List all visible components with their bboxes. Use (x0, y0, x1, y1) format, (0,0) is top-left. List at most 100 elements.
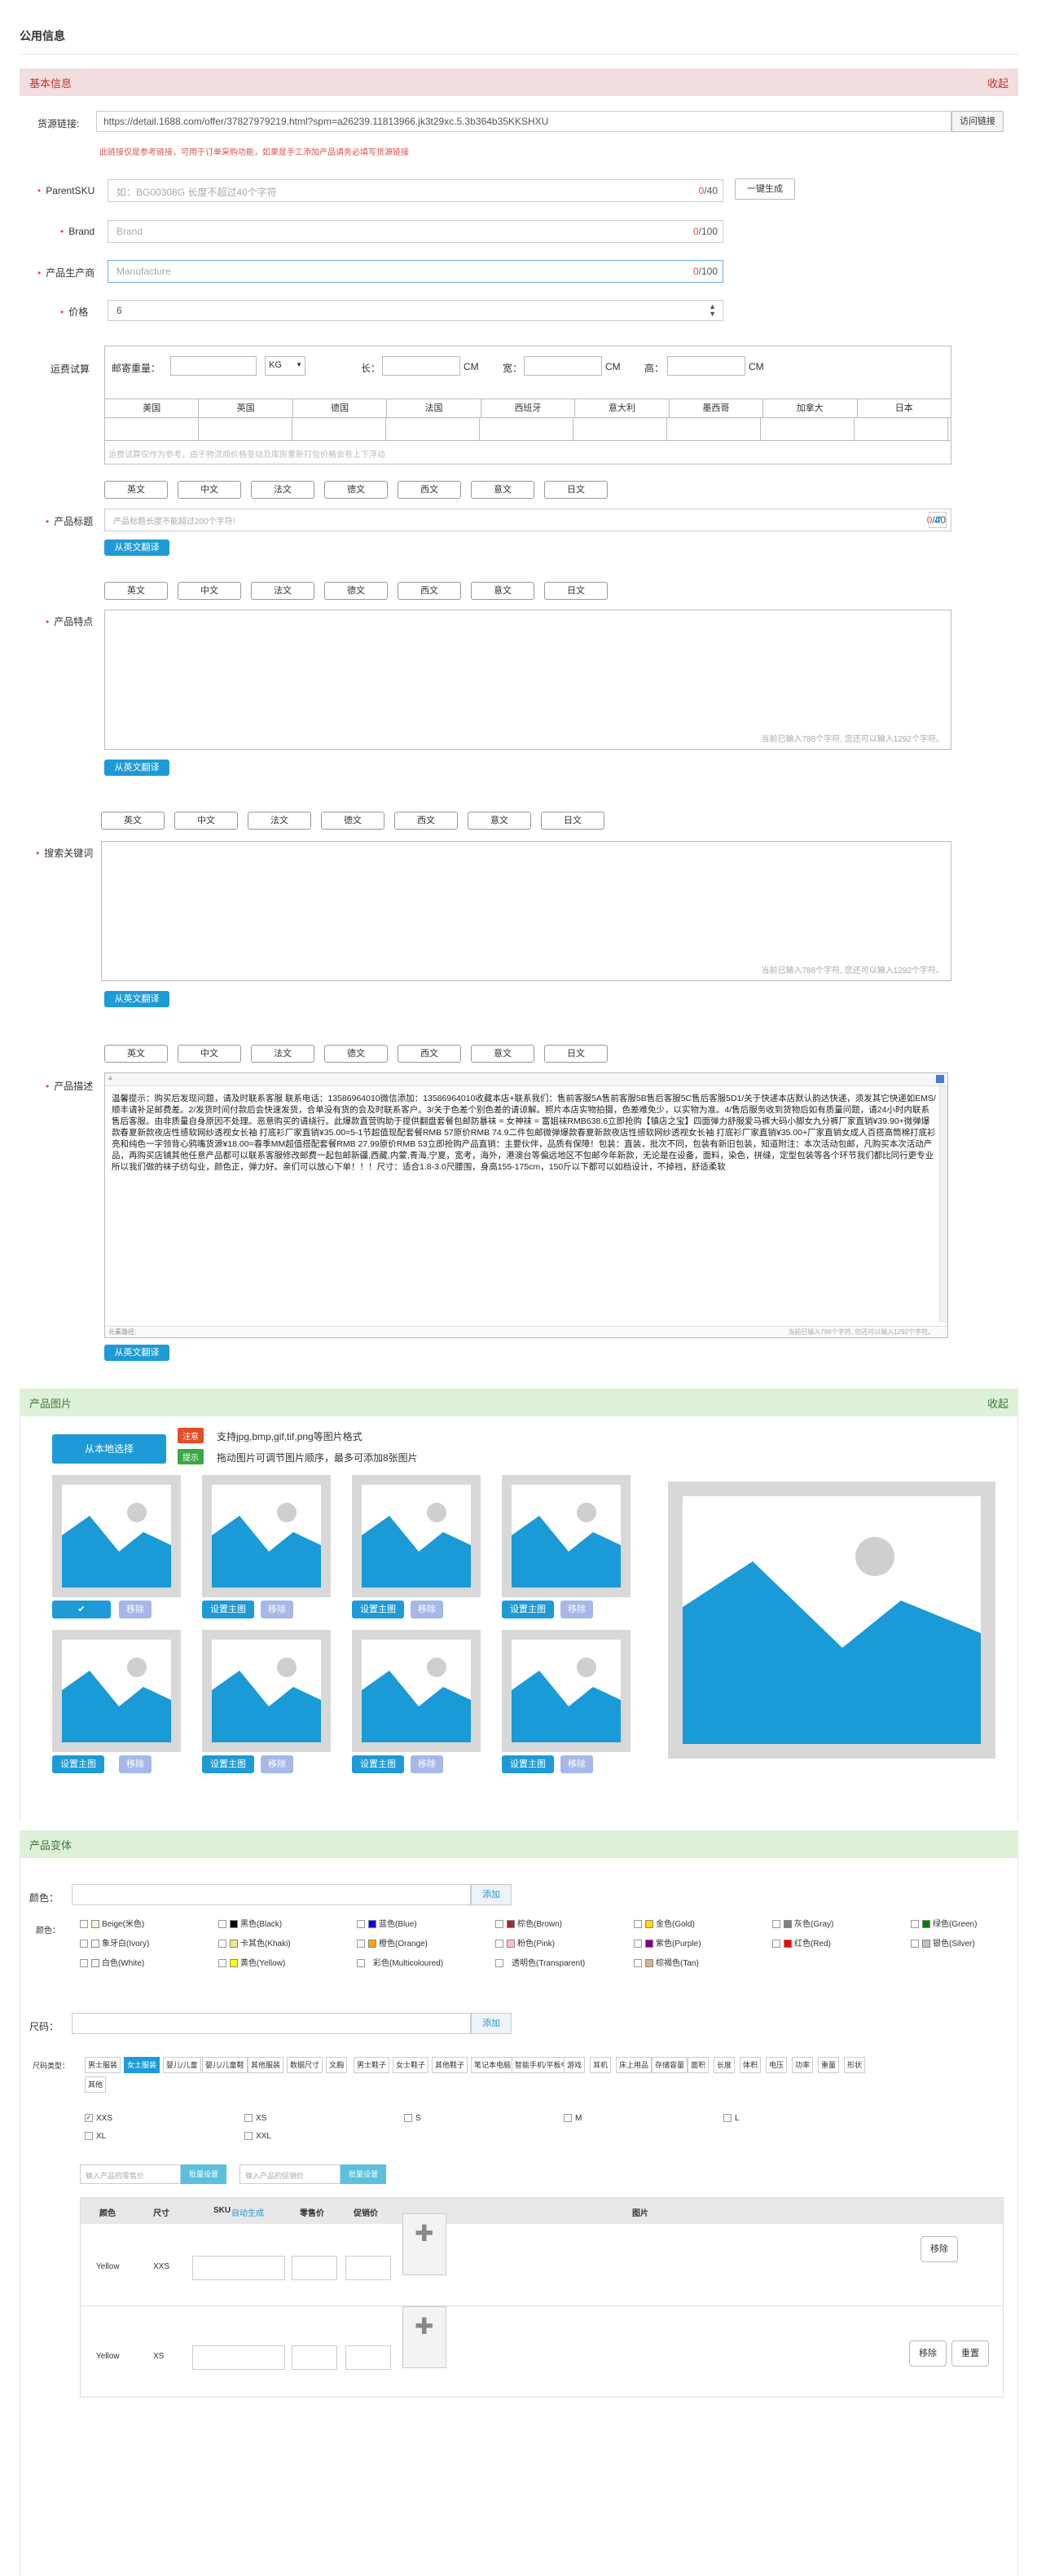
features-textarea[interactable]: 当前已输入788个字符, 您还可以输入1292个字符。 (104, 610, 951, 750)
lang-de-button[interactable]: 德文 (321, 812, 384, 830)
retail-batch-set-button[interactable]: 批量设置 (181, 2164, 226, 2184)
color-option[interactable]: 红色(Red) (772, 1936, 831, 1949)
keywords-translate-button[interactable]: 从英文翻译 (104, 991, 169, 1007)
size-type-tab[interactable]: 重量 (818, 2057, 840, 2073)
color-checkbox[interactable] (218, 1959, 226, 1968)
lang-ja-button[interactable]: 日文 (544, 582, 608, 600)
generate-sku-button[interactable]: 一键生成 (735, 178, 795, 200)
color-checkbox[interactable] (495, 1940, 503, 1949)
color-checkbox[interactable] (634, 1959, 642, 1968)
size-option[interactable]: S (404, 2114, 421, 2123)
color-option[interactable]: Beige(米色) (80, 1917, 144, 1929)
add-image-button[interactable]: ✚ (402, 2306, 446, 2368)
lang-it-button[interactable]: 意文 (471, 582, 534, 600)
size-type-tab[interactable]: 男士鞋子 (354, 2057, 390, 2073)
product-image-thumb[interactable] (502, 1475, 631, 1597)
color-option[interactable]: 黑色(Black) (218, 1917, 282, 1929)
product-image-thumb[interactable] (52, 1630, 181, 1752)
lang-en-button[interactable]: 英文 (104, 481, 168, 499)
color-input[interactable] (72, 1884, 471, 1905)
size-type-tab[interactable]: 其他服装 (248, 2057, 284, 2073)
lang-fr-button[interactable]: 法文 (248, 812, 311, 830)
variants-section-header[interactable]: 产品变体 (20, 1830, 1018, 1858)
remove-image-button[interactable]: 移除 (560, 1601, 593, 1618)
basic-collapse-link[interactable]: 收起 (987, 75, 1008, 90)
color-option[interactable]: 彩色(Multicoloured) (357, 1956, 443, 1968)
size-type-tab[interactable]: 数据尺寸 (287, 2057, 323, 2073)
size-type-tab[interactable]: 耳机 (590, 2057, 612, 2073)
size-type-tab[interactable]: 女士服装 (124, 2057, 160, 2073)
lang-it-button[interactable]: 意文 (471, 481, 534, 499)
color-option[interactable]: 紫色(Purple) (634, 1936, 701, 1949)
lang-en-button[interactable]: 英文 (104, 1045, 168, 1063)
lang-fr-button[interactable]: 法文 (251, 582, 314, 600)
lang-zh-button[interactable]: 中文 (178, 481, 241, 499)
main-image-check-button[interactable]: ✔ (52, 1601, 111, 1618)
lang-en-button[interactable]: 英文 (104, 582, 168, 600)
size-checkbox[interactable] (244, 2132, 253, 2141)
auto-generate-link[interactable]: 自动生成 (231, 2206, 264, 2218)
remove-image-button[interactable]: 移除 (261, 1755, 293, 1773)
color-checkbox[interactable] (218, 1920, 226, 1929)
lang-it-button[interactable]: 意文 (471, 1045, 534, 1063)
size-checkbox[interactable] (564, 2114, 572, 2123)
color-checkbox[interactable] (495, 1920, 503, 1929)
size-type-tab[interactable]: 存储容量 (652, 2057, 688, 2073)
size-type-tab[interactable]: 文胸 (326, 2057, 348, 2073)
color-option[interactable]: 灰色(Gray) (772, 1917, 833, 1929)
set-main-image-button[interactable]: 设置主图 (352, 1601, 404, 1618)
promo-price-input[interactable]: 输入产品的促销价 (239, 2164, 341, 2184)
size-type-tab[interactable]: 面积 (688, 2057, 710, 2073)
size-option[interactable]: XS (244, 2114, 266, 2123)
length-input[interactable] (382, 356, 460, 376)
size-type-tab[interactable]: 婴儿/儿童 (163, 2057, 201, 2073)
color-checkbox[interactable] (911, 1940, 919, 1949)
lang-es-button[interactable]: 西文 (398, 582, 461, 600)
description-editor[interactable]: ≡ 温馨提示：购买后发现问题，请及时联系客服 联系电话：13586964010微… (104, 1072, 948, 1338)
row-remove-button[interactable]: 移除 (909, 2340, 947, 2367)
size-option[interactable]: XL (85, 2132, 106, 2141)
promo-price-cell-input[interactable] (345, 2256, 391, 2280)
product-image-thumb[interactable] (352, 1630, 481, 1752)
color-checkbox[interactable] (772, 1920, 780, 1929)
lang-fr-button[interactable]: 法文 (251, 1045, 314, 1063)
size-type-tab[interactable]: 笔记本电脑 (471, 2057, 515, 2073)
product-image-thumb[interactable] (202, 1475, 331, 1597)
price-select[interactable]: 6 ▲ ▼ (108, 300, 723, 321)
remove-image-button[interactable]: 移除 (261, 1601, 293, 1618)
size-type-tab[interactable]: 女士鞋子 (393, 2057, 429, 2073)
size-checkbox[interactable]: ✓ (85, 2114, 93, 2123)
color-checkbox[interactable] (357, 1920, 365, 1929)
lang-de-button[interactable]: 德文 (324, 481, 388, 499)
color-option[interactable]: 粉色(Pink) (495, 1936, 555, 1949)
translate-icon[interactable]: ⇵ (929, 512, 947, 528)
size-type-tab[interactable]: 婴儿/儿童鞋 (202, 2057, 248, 2073)
color-checkbox[interactable] (911, 1920, 919, 1929)
color-option[interactable]: 棕褐色(Tan) (634, 1956, 699, 1968)
color-option[interactable]: 象牙白(Ivory) (80, 1936, 149, 1949)
color-checkbox[interactable] (634, 1920, 642, 1929)
color-option[interactable]: 蓝色(Blue) (357, 1917, 417, 1929)
sku-input[interactable] (192, 2256, 285, 2280)
row-remove-button[interactable]: 移除 (921, 2236, 958, 2262)
product-image-thumb[interactable] (352, 1475, 481, 1597)
lang-es-button[interactable]: 西文 (398, 481, 461, 499)
color-checkbox[interactable] (634, 1940, 642, 1949)
color-option[interactable]: 绿色(Green) (911, 1917, 977, 1929)
size-type-tab[interactable]: 游戏 (564, 2057, 586, 2073)
size-option[interactable]: ✓ XXS (85, 2114, 112, 2123)
size-checkbox[interactable] (85, 2132, 93, 2141)
color-option[interactable]: 棕色(Brown) (495, 1917, 562, 1929)
size-type-tab[interactable]: 功率 (792, 2057, 814, 2073)
lang-it-button[interactable]: 意文 (468, 812, 531, 830)
set-main-image-button[interactable]: 设置主图 (502, 1601, 554, 1618)
images-collapse-link[interactable]: 收起 (987, 1395, 1008, 1411)
set-main-image-button[interactable]: 设置主图 (202, 1601, 254, 1618)
size-type-tab[interactable]: 体积 (740, 2057, 762, 2073)
size-type-tab[interactable]: 电压 (766, 2057, 788, 2073)
color-checkbox[interactable] (218, 1940, 226, 1949)
color-checkbox[interactable] (80, 1920, 88, 1929)
row-reset-button[interactable]: 重置 (951, 2340, 989, 2367)
color-checkbox[interactable] (495, 1959, 503, 1968)
retail-price-input[interactable]: 输入产品的零售价 (80, 2164, 181, 2184)
